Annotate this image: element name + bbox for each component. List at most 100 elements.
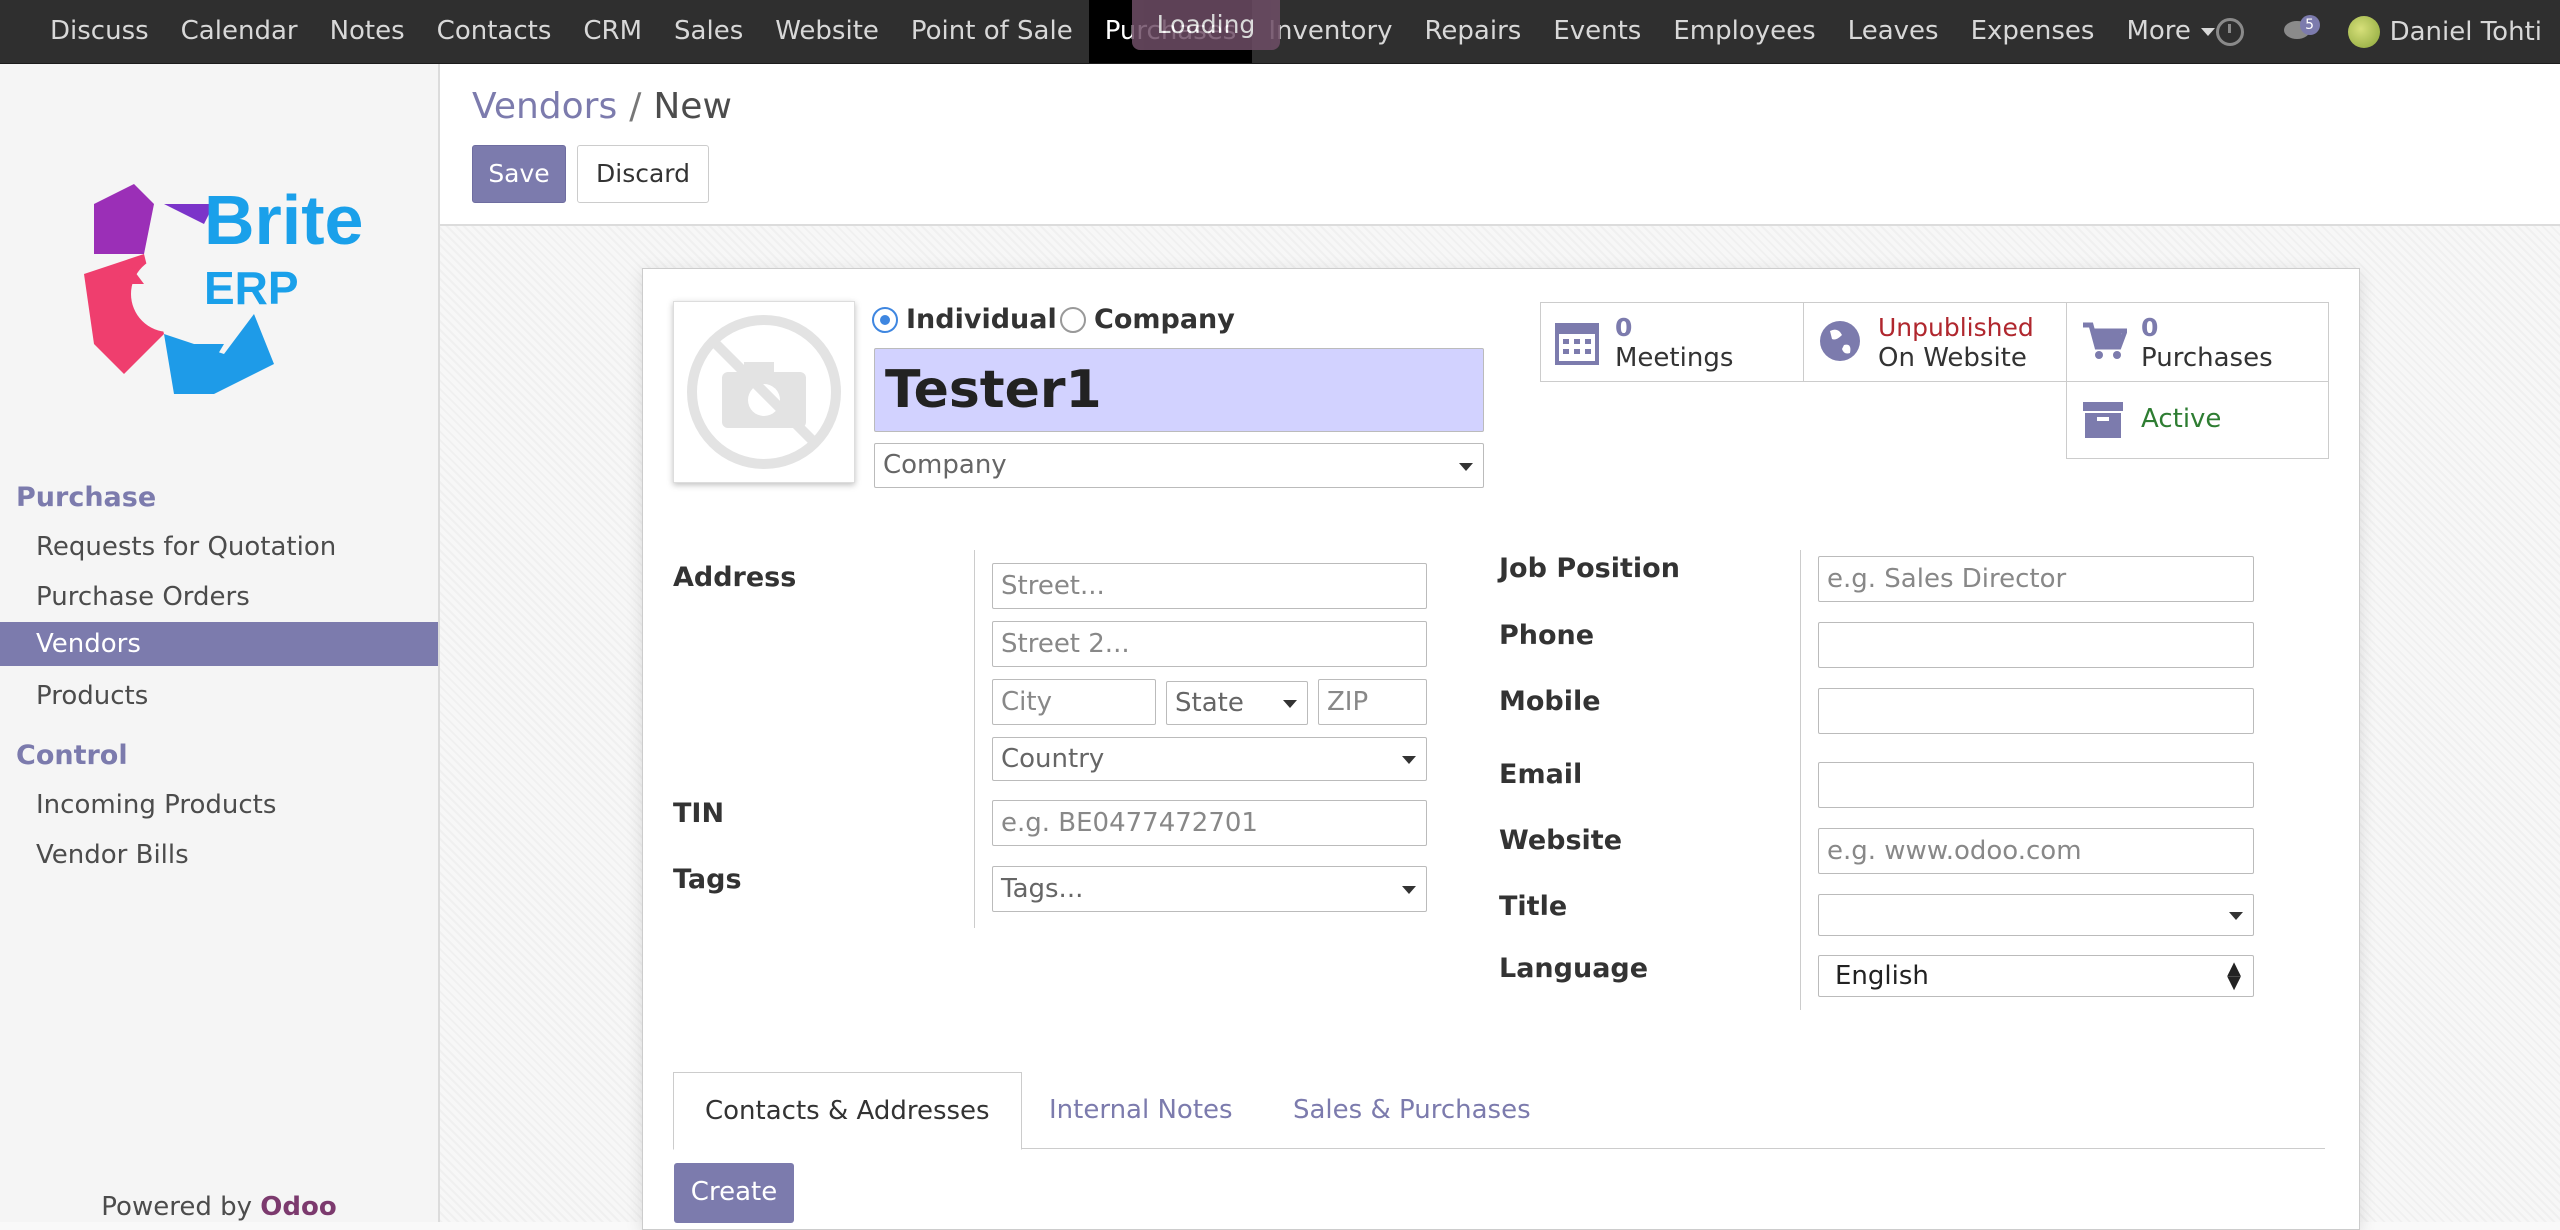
menu-events[interactable]: Events — [1537, 0, 1657, 63]
menu-contacts[interactable]: Contacts — [421, 0, 568, 63]
language-label: Language — [1499, 953, 1649, 984]
sidebar-item-vendor-bills[interactable]: Vendor Bills — [0, 833, 438, 877]
vendor-name-input[interactable]: Tester1 — [874, 348, 1484, 432]
phone-label: Phone — [1499, 620, 1595, 651]
menu-sales[interactable]: Sales — [658, 0, 759, 63]
tab-contacts-addresses[interactable]: Contacts & Addresses — [673, 1072, 1022, 1150]
tags-label: Tags — [673, 864, 742, 895]
meetings-count: 0 — [1615, 313, 1633, 342]
menu-crm[interactable]: CRM — [567, 0, 658, 63]
systray: 5 Daniel Tohti — [2215, 0, 2560, 63]
company-select[interactable]: Company — [874, 443, 1484, 488]
menu-more-label: More — [2126, 16, 2191, 46]
breadcrumb-current: New — [653, 86, 732, 127]
menu-point-of-sale[interactable]: Point of Sale — [895, 0, 1089, 63]
email-label: Email — [1499, 759, 1583, 790]
brite-erp-logo[interactable]: Brite ERP — [54, 144, 394, 464]
svg-text:Brite: Brite — [204, 181, 363, 259]
chat-icon[interactable]: 5 — [2283, 14, 2320, 45]
control-panel: Vendors / New Save Discard — [440, 64, 2560, 226]
meetings-stat-button[interactable]: 0 Meetings — [1540, 302, 1804, 382]
menu-repairs[interactable]: Repairs — [1409, 0, 1538, 63]
column-divider — [1800, 550, 1801, 1010]
radio-checked-icon — [872, 306, 898, 333]
menu-discuss[interactable]: Discuss — [34, 0, 165, 63]
sidebar-item-products[interactable]: Products — [0, 674, 438, 718]
section-title-control: Control — [16, 740, 128, 771]
country-select-placeholder: Country — [1001, 744, 1105, 774]
language-select[interactable]: English ▲ ▼ — [1818, 955, 2254, 997]
sidebar-item-vendors[interactable]: Vendors — [0, 622, 438, 666]
activity-clock-icon[interactable] — [2215, 17, 2244, 46]
odoo-link[interactable]: Odoo — [260, 1192, 336, 1222]
save-button[interactable]: Save — [472, 145, 566, 203]
purchases-stat-button[interactable]: 0 Purchases — [2066, 302, 2329, 382]
job-position-input[interactable]: e.g. Sales Director — [1818, 556, 2254, 602]
globe-icon — [1820, 321, 1860, 361]
menu-more[interactable]: More — [2110, 0, 2230, 63]
tin-label: TIN — [673, 798, 725, 829]
menu-employees[interactable]: Employees — [1657, 0, 1831, 63]
no-image-camera-icon — [687, 315, 841, 469]
website-input[interactable]: e.g. www.odoo.com — [1818, 828, 2254, 874]
tags-select-placeholder: Tags... — [1001, 874, 1084, 904]
chevron-down-icon — [2200, 27, 2215, 36]
job-position-label: Job Position — [1499, 553, 1680, 584]
powered-by: Powered by Odoo — [0, 1192, 438, 1222]
loading-indicator: Loading — [1132, 0, 1280, 50]
chevron-down-icon — [1459, 462, 1473, 471]
tab-sales-purchases[interactable]: Sales & Purchases — [1262, 1072, 1562, 1150]
sidebar-item-requests-for-quotation[interactable]: Requests for Quotation — [0, 525, 438, 569]
street-input[interactable]: Street... — [992, 563, 1427, 609]
city-input[interactable]: City — [992, 679, 1156, 725]
tags-select[interactable]: Tags... — [992, 866, 1427, 912]
language-select-value: English — [1835, 961, 1929, 991]
sidebar-item-incoming-products[interactable]: Incoming Products — [0, 783, 438, 827]
powered-by-text: Powered by — [101, 1192, 252, 1222]
purchases-count: 0 — [2141, 313, 2159, 342]
street2-input[interactable]: Street 2... — [992, 621, 1427, 667]
menu-expenses[interactable]: Expenses — [1955, 0, 2111, 63]
tab-internal-notes[interactable]: Internal Notes — [1018, 1072, 1264, 1150]
title-select[interactable] — [1818, 894, 2254, 936]
breadcrumb-vendors[interactable]: Vendors — [472, 86, 617, 127]
menu-leaves[interactable]: Leaves — [1832, 0, 1955, 63]
chevron-down-icon — [2229, 912, 2243, 920]
radio-individual-label: Individual — [906, 304, 1057, 335]
archive-icon — [2083, 402, 2123, 438]
menu-calendar[interactable]: Calendar — [165, 0, 314, 63]
purchases-label: Purchases — [2141, 343, 2273, 373]
meetings-label: Meetings — [1615, 343, 1734, 373]
svg-text:ERP: ERP — [204, 262, 299, 314]
active-label: Active — [2141, 404, 2222, 434]
phone-input[interactable] — [1818, 622, 2254, 668]
active-toggle-button[interactable]: Active — [2066, 381, 2329, 459]
radio-individual[interactable]: Individual — [872, 304, 1057, 335]
user-avatar[interactable] — [2347, 15, 2380, 48]
mobile-input[interactable] — [1818, 688, 2254, 734]
radio-company[interactable]: Company — [1060, 304, 1235, 335]
radio-unchecked-icon — [1060, 306, 1086, 333]
email-input[interactable] — [1818, 762, 2254, 808]
country-select[interactable]: Country — [992, 737, 1427, 781]
chevron-down-icon — [1402, 886, 1416, 894]
zip-input[interactable]: ZIP — [1318, 679, 1427, 725]
menu-website[interactable]: Website — [759, 0, 895, 63]
column-divider — [974, 550, 975, 928]
chat-count-badge: 5 — [2299, 14, 2320, 35]
mobile-label: Mobile — [1499, 686, 1601, 717]
breadcrumb-separator: / — [629, 86, 642, 127]
state-select[interactable]: State — [1166, 681, 1308, 725]
discard-button[interactable]: Discard — [577, 145, 709, 203]
top-navbar: Discuss Calendar Notes Contacts CRM Sale… — [0, 0, 2560, 64]
website-label-field: Website — [1499, 825, 1623, 856]
chevron-down-icon — [1402, 756, 1416, 764]
create-contact-button[interactable]: Create — [674, 1163, 794, 1223]
state-select-placeholder: State — [1175, 688, 1244, 718]
sidebar-item-purchase-orders[interactable]: Purchase Orders — [0, 575, 438, 619]
menu-notes[interactable]: Notes — [314, 0, 421, 63]
tin-input[interactable]: e.g. BE0477472701 — [992, 800, 1427, 846]
website-stat-button[interactable]: Unpublished On Website — [1803, 302, 2067, 382]
vendor-image-upload[interactable] — [673, 301, 855, 483]
user-name[interactable]: Daniel Tohti — [2390, 17, 2542, 47]
